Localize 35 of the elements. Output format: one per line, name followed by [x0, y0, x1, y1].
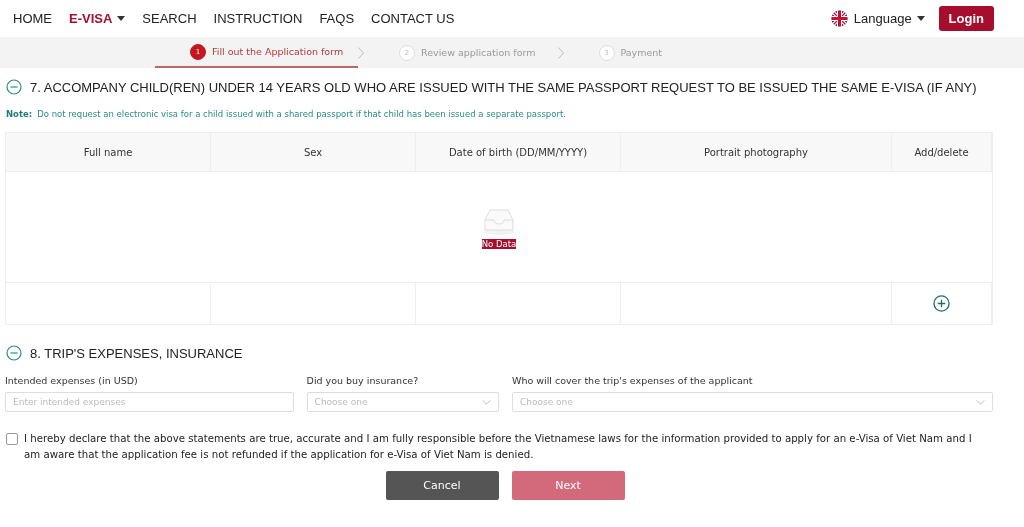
caret-icon [916, 16, 925, 21]
nav-link[interactable]: FAQS [319, 11, 355, 26]
language-dropdown[interactable]: Language [853, 11, 925, 26]
checkbox[interactable] [6, 433, 18, 445]
input-field[interactable]: Enter intended expenses [5, 392, 294, 412]
empty-text: No Data [481, 238, 517, 249]
field-label: Who will cover the trip's expenses of the applicant [512, 375, 754, 386]
nav-link[interactable]: HOME [13, 11, 52, 26]
add-icon[interactable] [933, 295, 950, 312]
section-title: 8. TRIP'S EXPENSES, INSURANCE [30, 345, 243, 361]
column-header: Portrait photography [621, 133, 892, 171]
nav-link[interactable]: E-VISA [69, 11, 113, 26]
nav-link[interactable]: SEARCH [142, 11, 197, 26]
login-button[interactable]: Login [938, 6, 994, 31]
chevron-down-icon [482, 399, 491, 405]
collapse-icon[interactable] [6, 79, 22, 95]
nav-link[interactable]: INSTRUCTION [213, 11, 303, 26]
chevron-icon [358, 46, 364, 59]
note-label: Note: [6, 109, 33, 119]
column-header: Full name [6, 133, 211, 171]
chevron-down-icon [976, 399, 985, 405]
caret-icon[interactable] [117, 16, 126, 21]
collapse-icon[interactable] [6, 345, 22, 361]
note-text: Do not request an electronic visa for a child issued with a shared passport if that child has been issued a separate passport. [37, 109, 566, 119]
column-header: Date of birth (DD/MM/YYYY) [416, 133, 621, 171]
chevron-icon [557, 46, 564, 59]
declaration-text: I hereby declare that the above statements are true, accurate and I am fully responsible before the Vietnamese laws for the information provided to apply for an e-Visa of Viet Nam and I am aware that the application fee is not refunded if the application for e-Visa of Viet Nam is denied. [24, 432, 973, 462]
nav-link[interactable]: CONTACT US [371, 11, 455, 26]
section-title: 7. ACCOMPANY CHILD(REN) UNDER 14 YEARS OLD WHO ARE ISSUED WITH THE SAME PASSPORT REQUEST TO BE ISSUED THE SAME E-VISA (IF ANY) [30, 79, 977, 95]
cancel-button[interactable]: Cancel [385, 471, 499, 500]
column-header: Sex [211, 133, 416, 171]
flag-icon [830, 10, 848, 27]
column-header: Add/delete [892, 133, 992, 171]
field-label: Intended expenses (in USD) [5, 375, 139, 386]
field-label: Did you buy insurance? [306, 375, 420, 386]
